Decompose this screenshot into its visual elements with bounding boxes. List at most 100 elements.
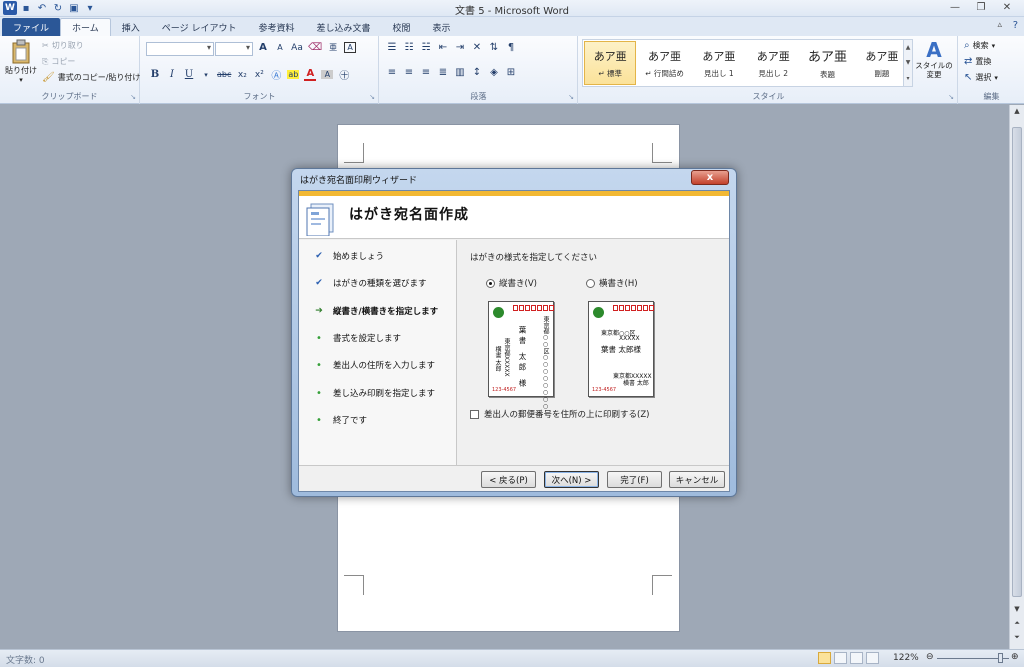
print-layout-view-button[interactable] xyxy=(818,652,831,664)
style-normal[interactable]: あア亜 ↵ 標準 xyxy=(584,41,637,85)
distribute-icon[interactable]: ▥ xyxy=(454,67,466,78)
step-orientation[interactable]: ➔ 縦書き/横書きを指定します xyxy=(314,305,438,317)
sort-icon[interactable]: ⇅ xyxy=(488,42,500,53)
copy-button[interactable]: ⎘ コピー xyxy=(42,56,75,67)
tab-view[interactable]: 表示 xyxy=(422,18,462,36)
finish-button[interactable]: 完了(F) xyxy=(607,471,662,488)
underline-dropdown-icon[interactable]: ▾ xyxy=(200,71,212,79)
phonetic-guide-icon[interactable]: 亜 xyxy=(327,42,339,53)
text-effects-icon[interactable]: Ⓐ xyxy=(270,67,282,82)
shading-icon[interactable]: ◈ xyxy=(488,67,500,78)
find-dropdown-icon[interactable]: ▾ xyxy=(992,42,996,50)
help-icon[interactable]: ? xyxy=(1013,20,1018,31)
font-color-icon[interactable]: A xyxy=(304,68,317,81)
vertical-postcard-preview[interactable]: 東京都○○区○○○○○○○○ 葉書 太郎 様 東京都XXXXX 横書 太郎 12… xyxy=(488,301,554,410)
justify-icon[interactable]: ≣ xyxy=(437,67,449,78)
web-layout-view-button[interactable] xyxy=(850,652,863,664)
outline-view-button[interactable] xyxy=(866,652,879,664)
style-title[interactable]: あア亜 表題 xyxy=(801,41,853,85)
align-center-icon[interactable]: ≡ xyxy=(403,67,415,78)
vertical-scrollbar[interactable]: ▲ ▼ ⏶ ⏷ xyxy=(1009,105,1024,649)
align-left-icon[interactable]: ≡ xyxy=(386,67,398,78)
paragraph-dialog-launcher-icon[interactable]: ↘ xyxy=(568,93,574,101)
step-postcard-type[interactable]: ✔ はがきの種類を選びます xyxy=(314,277,426,289)
postal-code-above-address-checkbox[interactable]: 差出人の郵便番号を住所の上に印刷する(Z) xyxy=(470,408,649,420)
restore-button[interactable]: ❐ xyxy=(968,0,994,14)
zoom-in-icon[interactable]: ⊕ xyxy=(1011,652,1019,662)
superscript-button[interactable]: x² xyxy=(253,70,265,80)
zoom-slider-knob[interactable] xyxy=(998,653,1003,663)
prev-page-icon[interactable]: ⏶ xyxy=(1010,619,1024,628)
multilevel-list-icon[interactable]: ☵ xyxy=(420,42,432,53)
vertical-radio[interactable]: 縦書き(V) xyxy=(486,277,537,289)
close-button[interactable]: ✕ xyxy=(994,0,1020,14)
grow-font-icon[interactable]: A xyxy=(257,42,269,53)
change-styles-button[interactable]: A スタイルの変更 xyxy=(914,39,954,79)
select-button[interactable]: ↖ 選択 ▾ xyxy=(964,72,998,83)
replace-button[interactable]: ⇄ 置換 xyxy=(964,56,991,67)
scroll-up-arrow-icon[interactable]: ▲ xyxy=(1010,107,1024,115)
step-finish[interactable]: • 終了です xyxy=(314,414,367,427)
clear-format-icon[interactable]: ⌫ xyxy=(308,42,322,53)
style-heading-2[interactable]: あア亜 見出し 2 xyxy=(747,41,799,85)
highlight-icon[interactable]: ab xyxy=(287,70,300,79)
underline-button[interactable]: U xyxy=(183,69,195,80)
step-mail-merge[interactable]: • 差し込み印刷を指定します xyxy=(314,387,435,400)
step-start[interactable]: ✔ 始めましょう xyxy=(314,250,384,262)
italic-button[interactable]: I xyxy=(166,69,178,80)
font-name-combo[interactable] xyxy=(146,42,214,56)
clipboard-dialog-launcher-icon[interactable]: ↘ xyxy=(130,93,136,101)
font-size-combo[interactable] xyxy=(215,42,253,56)
align-right-icon[interactable]: ≡ xyxy=(420,67,432,78)
subscript-button[interactable]: x₂ xyxy=(236,70,248,80)
scroll-up-icon[interactable]: ▲ xyxy=(906,44,911,51)
tab-home[interactable]: ホーム xyxy=(60,18,111,36)
tab-mailings[interactable]: 差し込み文書 xyxy=(305,18,381,36)
minimize-button[interactable]: — xyxy=(942,0,968,14)
enclose-char-icon[interactable]: ㊉ xyxy=(338,67,350,82)
shrink-font-icon[interactable]: A xyxy=(274,43,286,52)
step-format[interactable]: • 書式を設定します xyxy=(314,332,401,345)
step-sender-address[interactable]: • 差出人の住所を入力します xyxy=(314,359,435,372)
format-painter-button[interactable]: 🖌 書式のコピー/貼り付け xyxy=(42,72,140,83)
line-spacing-icon[interactable]: ↕ xyxy=(471,67,483,78)
style-subtitle[interactable]: あア亜 副題 xyxy=(856,41,908,85)
style-no-spacing[interactable]: あア亜 ↵ 行間詰め xyxy=(638,41,690,85)
bullets-icon[interactable]: ☰ xyxy=(386,42,398,53)
paste-button[interactable]: 貼り付け ▾ xyxy=(4,39,38,84)
scroll-thumb[interactable] xyxy=(1012,127,1022,597)
font-dialog-launcher-icon[interactable]: ↘ xyxy=(369,93,375,101)
borders-icon[interactable]: ⊞ xyxy=(505,67,517,78)
cancel-button[interactable]: キャンセル xyxy=(669,471,725,488)
horizontal-postcard-preview[interactable]: 東京都○○区 XXXXX 葉書 太郎様 東京都XXXXX 横書 太郎 123-4… xyxy=(588,301,654,397)
tab-review[interactable]: 校閲 xyxy=(381,18,421,36)
scroll-down-arrow-icon[interactable]: ▼ xyxy=(1010,605,1024,613)
change-case-icon[interactable]: Aa xyxy=(291,43,303,53)
asian-layout-icon[interactable]: ✕ xyxy=(471,42,483,53)
horizontal-radio[interactable]: 横書き(H) xyxy=(586,277,638,289)
tab-file[interactable]: ファイル xyxy=(2,18,61,36)
find-button[interactable]: ⌕ 検索 ▾ xyxy=(964,40,995,51)
cut-button[interactable]: ✂ 切り取り xyxy=(42,40,84,51)
show-marks-icon[interactable]: ¶ xyxy=(505,42,517,53)
minimize-ribbon-icon[interactable]: ▵ xyxy=(997,20,1002,30)
increase-indent-icon[interactable]: ⇥ xyxy=(454,42,466,53)
next-button[interactable]: 次へ(N) > xyxy=(544,471,599,488)
word-count[interactable]: 文字数: 0 xyxy=(6,653,45,666)
scroll-down-icon[interactable]: ▼ xyxy=(906,59,911,66)
more-styles-icon[interactable]: ▾ xyxy=(906,75,909,82)
select-dropdown-icon[interactable]: ▾ xyxy=(994,74,998,82)
styles-dialog-launcher-icon[interactable]: ↘ xyxy=(948,93,954,101)
back-button[interactable]: < 戻る(P) xyxy=(481,471,536,488)
char-shading-icon[interactable]: A xyxy=(321,70,334,79)
dialog-close-button[interactable]: x xyxy=(691,170,729,185)
zoom-level[interactable]: 122% xyxy=(893,653,919,663)
tab-insert[interactable]: 挿入 xyxy=(111,18,151,36)
paste-dropdown-icon[interactable]: ▾ xyxy=(19,76,23,84)
next-page-icon[interactable]: ⏷ xyxy=(1010,633,1024,642)
decrease-indent-icon[interactable]: ⇤ xyxy=(437,42,449,53)
zoom-out-icon[interactable]: ⊖ xyxy=(926,652,934,662)
full-screen-view-button[interactable] xyxy=(834,652,847,664)
style-heading-1[interactable]: あア亜 見出し 1 xyxy=(693,41,745,85)
strikethrough-button[interactable]: abc xyxy=(217,70,231,79)
